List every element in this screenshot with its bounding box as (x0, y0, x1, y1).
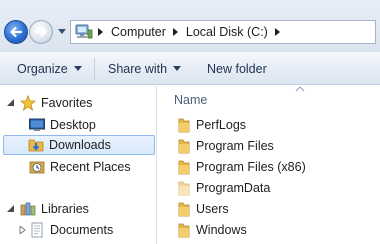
folder-icon (178, 222, 190, 238)
list-item[interactable]: PerfLogs (178, 115, 246, 135)
list-item[interactable]: Windows (178, 220, 247, 240)
file-name: Program Files (196, 139, 274, 153)
file-name: Users (196, 202, 229, 216)
expand-arrow-icon[interactable] (17, 225, 27, 235)
breadcrumb-computer[interactable]: Computer (108, 21, 169, 43)
command-bar: Organize Share with New folder (0, 52, 380, 85)
expand-arrow-icon[interactable] (6, 204, 16, 214)
documents-icon (29, 222, 45, 238)
file-name: ProgramData (196, 181, 271, 195)
breadcrumb-local-disk[interactable]: Local Disk (C:) (183, 21, 271, 43)
folder-icon (178, 159, 190, 175)
organize-button[interactable]: Organize (17, 60, 82, 78)
list-item[interactable]: ProgramData (178, 178, 270, 198)
list-item[interactable]: Program Files (x86) (178, 157, 306, 177)
expand-arrow-icon[interactable] (6, 98, 16, 108)
file-name: PerfLogs (196, 118, 247, 132)
column-header-name[interactable]: Name (174, 91, 207, 109)
nav-item-documents[interactable]: Documents (17, 220, 113, 240)
address-bar[interactable]: Computer Local Disk (C:) (70, 20, 376, 44)
computer-icon (74, 23, 94, 41)
share-with-label: Share with (108, 62, 168, 76)
folder-icon (178, 180, 190, 196)
recent-places-icon (29, 159, 45, 175)
nav-favorites-label: Favorites (41, 96, 93, 110)
sort-ascending-icon (295, 86, 305, 92)
new-folder-button[interactable]: New folder (207, 60, 267, 78)
chevron-down-icon (73, 66, 82, 72)
nav-item-label: Recent Places (50, 160, 131, 174)
libraries-icon (20, 201, 36, 217)
nav-item-downloads[interactable]: Downloads (3, 135, 155, 155)
downloads-icon (28, 137, 44, 153)
file-name: Windows (196, 223, 247, 237)
navigation-pane[interactable]: Favorites Desktop Downloads Recent Place… (0, 86, 157, 244)
breadcrumb-separator[interactable] (169, 21, 183, 43)
chevron-right-icon (274, 28, 280, 36)
folder-icon (178, 201, 190, 217)
list-item[interactable]: Program Files (178, 136, 274, 156)
star-icon (20, 95, 36, 111)
chevron-down-icon (57, 28, 66, 34)
chevron-down-icon (173, 66, 182, 72)
breadcrumb-separator[interactable] (94, 21, 108, 43)
chevron-right-icon (172, 28, 178, 36)
chevron-right-icon (98, 28, 103, 36)
nav-item-label: Downloads (49, 138, 111, 152)
list-item[interactable]: Users (178, 199, 229, 219)
divider (94, 58, 95, 80)
recent-pages-dropdown[interactable] (57, 27, 66, 36)
forward-arrow-icon (34, 26, 47, 38)
navigation-bar: Computer Local Disk (C:) (0, 0, 380, 52)
nav-item-label: Desktop (50, 118, 96, 132)
file-list[interactable]: Name PerfLogs Program Files Program File… (158, 86, 380, 244)
back-button[interactable] (4, 20, 28, 44)
nav-item-desktop[interactable]: Desktop (29, 115, 96, 135)
share-with-button[interactable]: Share with (108, 60, 182, 78)
nav-favorites[interactable]: Favorites (6, 93, 92, 113)
desktop-icon (29, 118, 45, 132)
breadcrumb-separator[interactable] (271, 21, 285, 43)
nav-item-label: Documents (50, 223, 114, 237)
organize-label: Organize (17, 62, 68, 76)
nav-libraries[interactable]: Libraries (6, 199, 89, 219)
back-arrow-icon (10, 26, 23, 38)
file-name: Program Files (x86) (196, 160, 306, 174)
folder-icon (178, 117, 190, 133)
forward-button[interactable] (29, 20, 53, 44)
folder-icon (178, 138, 190, 154)
new-folder-label: New folder (207, 62, 267, 76)
nav-libraries-label: Libraries (41, 202, 89, 216)
nav-item-recent-places[interactable]: Recent Places (29, 157, 131, 177)
